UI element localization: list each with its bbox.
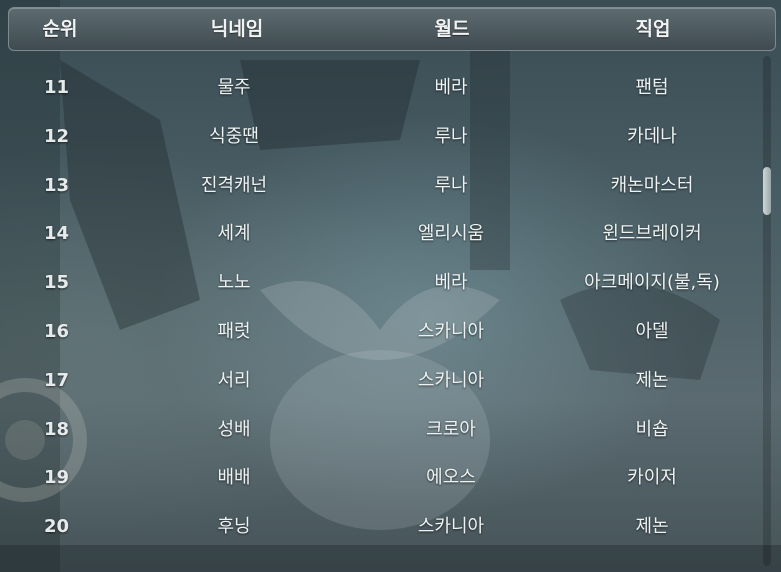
nickname-cell: 노노 [217,272,251,294]
rank-cell: 12 [44,125,70,147]
nickname-cell: 패럿 [217,321,251,342]
rank-cell: 11 [44,77,70,98]
nickname-cell: 배배 [217,467,251,489]
job-cell: 아크메이지(불,독) [584,272,720,294]
world-cell: 스카니아 [417,369,485,391]
world-cell: 루나 [434,174,468,196]
rank-cell: 17 [44,369,70,391]
world-cell: 에오스 [426,467,476,489]
job-cell: 비숍 [635,418,669,440]
world-cell: 베라 [434,272,468,294]
nickname-cell: 성배 [217,418,251,440]
job-cell: 카데나 [627,125,677,147]
world-cell: 베라 [434,77,468,98]
nickname-cell: 세계 [217,223,251,245]
rank-cell: 15 [44,272,70,294]
table-row[interactable]: 12 식중땐 루나 카데나 [0,122,760,152]
table-row[interactable]: 11 물주 베라 팬텀 [0,73,760,103]
world-cell: 크로아 [426,418,476,440]
table-row[interactable]: 20 후닝 스카니아 제논 [0,512,760,542]
rank-cell: 13 [44,174,70,196]
job-cell: 카이저 [627,467,677,489]
header-nickname[interactable]: 닉네임 [211,8,263,50]
table-row[interactable]: 18 성배 크로아 비숍 [0,415,760,445]
job-cell: 윈드브레이커 [602,223,702,245]
job-cell: 캐논마스터 [610,174,694,196]
world-cell: 스카니아 [417,516,485,538]
world-cell: 엘리시움 [417,223,485,245]
rank-cell: 18 [44,418,70,440]
nickname-cell: 식중땐 [209,125,259,147]
nickname-cell: 후닝 [217,516,251,538]
rank-cell: 14 [44,223,70,245]
job-cell: 아델 [635,321,669,342]
rank-cell: 16 [44,321,70,342]
job-cell: 팬텀 [635,77,669,98]
header-world[interactable]: 월드 [435,8,470,50]
nickname-cell: 물주 [217,77,251,98]
ranking-panel: 순위 닉네임 월드 직업 11 물주 베라 팬텀 12 식중땐 루나 카데나 13 진격캐넌 루나 캐… [0,0,781,572]
job-cell: 제논 [635,516,669,538]
rank-cell: 20 [44,516,70,538]
nickname-cell: 서리 [217,369,251,391]
rank-cell: 19 [44,467,70,489]
table-row[interactable]: 16 패럿 스카니아 아델 [0,317,760,347]
header-rank[interactable]: 순위 [43,8,78,50]
world-cell: 스카니아 [417,321,485,342]
scrollbar[interactable] [763,56,771,566]
table-row[interactable]: 13 진격캐넌 루나 캐논마스터 [0,171,760,201]
table-row[interactable]: 14 세계 엘리시움 윈드브레이커 [0,219,760,249]
header-job[interactable]: 직업 [636,8,671,50]
table-header: 순위 닉네임 월드 직업 [8,7,776,51]
scrollbar-thumb[interactable] [763,166,771,215]
table-row[interactable]: 17 서리 스카니아 제논 [0,366,760,396]
world-cell: 루나 [434,125,468,147]
nickname-cell: 진격캐넌 [200,174,268,196]
table-row[interactable]: 15 노노 베라 아크메이지(불,독) [0,268,760,298]
job-cell: 제논 [635,369,669,391]
table-row[interactable]: 19 배배 에오스 카이저 [0,463,760,493]
